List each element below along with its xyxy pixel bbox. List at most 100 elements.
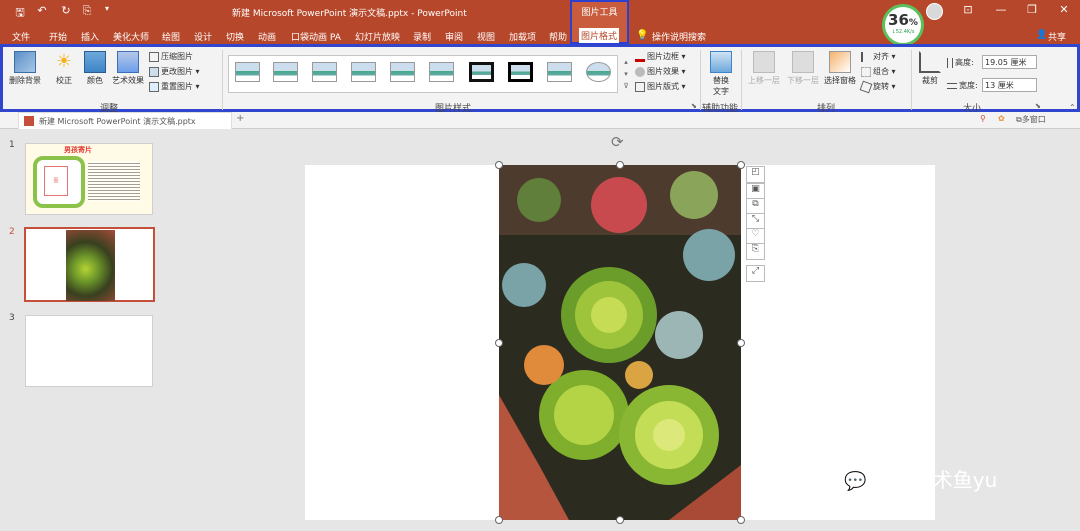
resize-handle-bottom[interactable] <box>616 516 624 524</box>
send-backward-label: 下移一层 <box>787 76 819 85</box>
maximize-icon[interactable]: ❐ <box>1024 3 1040 16</box>
selection-pane-button[interactable]: 选择窗格 <box>822 51 858 86</box>
menu-beautify-master[interactable]: 美化大师 <box>113 30 149 43</box>
expand-icon[interactable]: ⤢ <box>746 265 765 282</box>
menu-insert[interactable]: 插入 <box>81 30 99 43</box>
resize-handle-bottom-left[interactable] <box>495 516 503 524</box>
rotate-handle-icon[interactable]: ⟳ <box>611 133 624 151</box>
picture-layout-button[interactable]: 图片版式 ▾ <box>635 81 686 92</box>
bring-forward-icon <box>753 51 775 73</box>
rotate-label: 旋转 <box>873 82 889 91</box>
share-button[interactable]: 共享 <box>1048 30 1066 43</box>
align-button[interactable]: 对齐 ▾ <box>861 51 896 62</box>
collapse-ribbon-icon[interactable]: ⌃ <box>1069 103 1076 112</box>
picture-layout-label: 图片版式 <box>647 82 679 91</box>
style-thumb-9[interactable] <box>547 62 572 82</box>
size-dialog-launcher-icon[interactable]: ⬊ <box>1035 102 1041 110</box>
resize-handle-top-left[interactable] <box>495 161 503 169</box>
menu-slideshow[interactable]: 幻灯片放映 <box>355 30 400 43</box>
color-button[interactable]: 颜色 <box>81 51 109 86</box>
artistic-effects-button[interactable]: 艺术效果 <box>110 51 146 86</box>
group-button[interactable]: 组合 ▾ <box>861 66 896 77</box>
redo-icon[interactable]: ↻ <box>59 4 73 17</box>
style-thumb-7[interactable] <box>469 62 494 82</box>
height-icon <box>947 57 953 68</box>
slide-number-3: 3 <box>9 313 15 323</box>
bring-forward-button[interactable]: 上移一层 <box>745 51 783 86</box>
menu-help[interactable]: 帮助 <box>549 30 567 43</box>
menu-picture-format[interactable]: 图片格式 <box>579 28 620 43</box>
send-backward-button[interactable]: 下移一层 <box>784 51 822 86</box>
avatar[interactable] <box>926 3 943 20</box>
crop-button[interactable]: 裁剪 <box>915 51 945 86</box>
picture-effects-button[interactable]: 图片效果 ▾ <box>635 66 686 77</box>
style-thumb-5[interactable] <box>390 62 415 82</box>
minimize-icon[interactable]: — <box>993 3 1009 16</box>
resize-handle-bottom-right[interactable] <box>737 516 745 524</box>
duplicate-icon[interactable]: ⎘ <box>746 243 765 260</box>
remove-background-button[interactable]: 删除背景 <box>6 51 44 86</box>
close-icon[interactable]: ✕ <box>1056 3 1072 16</box>
share-icon[interactable]: 👤 <box>1036 30 1047 40</box>
style-thumb-6[interactable] <box>429 62 454 82</box>
undo-icon[interactable]: ↶ <box>35 4 49 17</box>
slide-thumbnail-2[interactable] <box>24 227 155 302</box>
style-thumb-1[interactable] <box>235 62 260 82</box>
menu-pocket-animation[interactable]: 口袋动画 PA <box>291 30 341 43</box>
document-tab[interactable]: 新建 Microsoft PowerPoint 演示文稿.pptx <box>18 112 232 129</box>
wechat-icon: 💬 <box>844 471 867 492</box>
align-icon <box>861 51 871 62</box>
menu-transitions[interactable]: 切换 <box>226 30 244 43</box>
settings-icon[interactable]: ✿ <box>998 114 1005 123</box>
remove-background-label: 删除背景 <box>9 76 41 85</box>
gallery-scroll[interactable]: ▴ ▾ ⊽ <box>621 56 631 92</box>
picture-styles-gallery[interactable]: ▴ ▾ ⊽ <box>228 55 631 93</box>
search-icon[interactable]: ⚲ <box>980 114 986 123</box>
tell-me-search[interactable]: 操作说明搜索 <box>652 30 706 43</box>
menu-review[interactable]: 审阅 <box>445 30 463 43</box>
menu-file[interactable]: 文件 <box>12 30 30 43</box>
menu-view[interactable]: 视图 <box>477 30 495 43</box>
resize-handle-top[interactable] <box>616 161 624 169</box>
window-title: 新建 Microsoft PowerPoint 演示文稿.pptx - Powe… <box>232 9 467 19</box>
new-tab-icon[interactable]: + <box>236 113 244 124</box>
corrections-button[interactable]: ☀ 校正 <box>50 51 78 86</box>
change-picture-button[interactable]: 更改图片 ▾ <box>149 66 200 77</box>
effects-icon <box>635 66 645 77</box>
alt-text-button[interactable]: 替换 文字 <box>706 51 736 97</box>
menu-draw[interactable]: 绘图 <box>162 30 180 43</box>
compress-icon <box>149 51 159 62</box>
menu-animations[interactable]: 动画 <box>258 30 276 43</box>
width-label: 宽度: <box>947 80 978 91</box>
slide-thumbnail-3[interactable] <box>25 315 153 387</box>
menu-home[interactable]: 开始 <box>49 30 67 43</box>
multi-window-button[interactable]: ⧉多窗口 <box>1016 114 1046 125</box>
ribbon-display-options-icon[interactable]: ⊡ <box>960 3 976 16</box>
menu-record[interactable]: 录制 <box>413 30 431 43</box>
compress-pictures-button[interactable]: 压缩图片 <box>149 51 193 62</box>
style-thumb-10[interactable] <box>586 62 611 82</box>
resize-handle-right[interactable] <box>737 339 745 347</box>
artistic-effects-icon <box>117 51 139 73</box>
height-input[interactable]: 19.05 厘米 <box>982 55 1037 69</box>
rotate-button[interactable]: 旋转 ▾ <box>859 80 896 93</box>
format-painter-icon[interactable]: ⎘ <box>80 4 94 18</box>
reset-picture-button[interactable]: 重置图片 ▾ <box>149 81 200 92</box>
layout-options-icon[interactable]: ◰ <box>746 166 765 183</box>
style-thumb-2[interactable] <box>273 62 298 82</box>
width-input[interactable]: 13 厘米 <box>982 78 1037 92</box>
resize-handle-top-right[interactable] <box>737 161 745 169</box>
resize-handle-left[interactable] <box>495 339 503 347</box>
picture-border-button[interactable]: 图片边框 ▾ <box>635 51 686 62</box>
document-tab-name: 新建 Microsoft PowerPoint 演示文稿.pptx <box>39 117 196 126</box>
menu-addins[interactable]: 加载项 <box>509 30 536 43</box>
style-thumb-3[interactable] <box>312 62 337 82</box>
menu-design[interactable]: 设计 <box>194 30 212 43</box>
customize-qat-icon[interactable]: ▾ <box>100 4 114 13</box>
succulent-photo[interactable] <box>499 165 741 520</box>
style-thumb-4[interactable] <box>351 62 376 82</box>
styles-dialog-launcher-icon[interactable]: ⬊ <box>691 102 697 110</box>
save-icon[interactable]: 🖫 <box>13 4 27 23</box>
style-thumb-8[interactable] <box>508 62 533 82</box>
slide-thumbnail-1[interactable]: 图 男孩寄片 <box>25 143 153 215</box>
